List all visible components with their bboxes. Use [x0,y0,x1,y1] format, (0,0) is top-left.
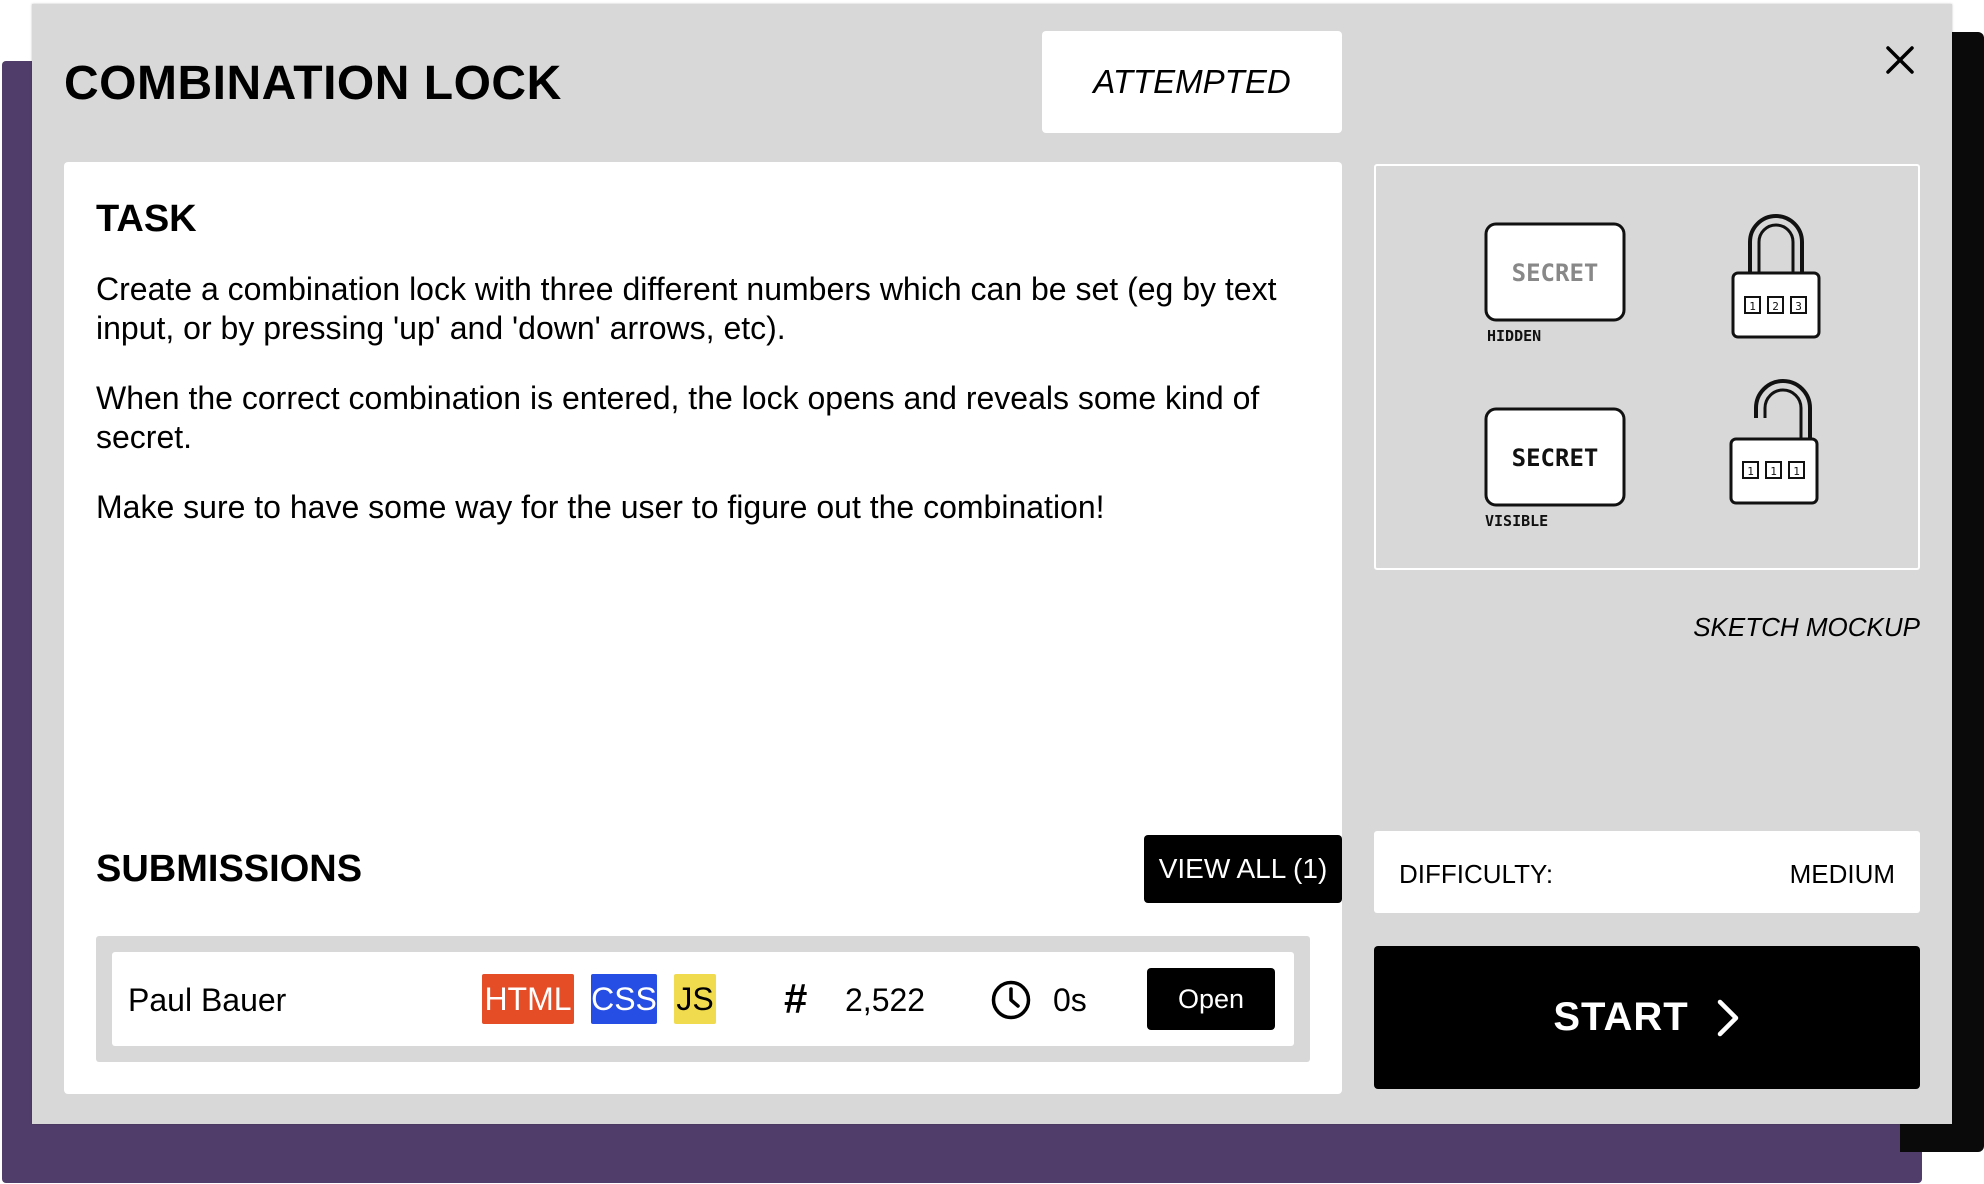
challenge-modal: COMBINATION LOCK ATTEMPTED TASK Create a… [32,4,1952,1124]
lock-digit: 1 [1747,465,1754,478]
open-submission-button[interactable]: Open [1147,968,1275,1030]
css-badge: CSS [591,974,657,1024]
submissions-heading: SUBMISSIONS [96,848,363,890]
secret-box-hidden: SECRET HIDDEN [1484,222,1626,345]
html-badge: HTML [482,974,574,1024]
task-description: Create a combination lock with three dif… [96,270,1296,558]
difficulty-value: MEDIUM [1789,859,1895,889]
visible-label: VISIBLE [1485,512,1548,530]
task-paragraph: Make sure to have some way for the user … [96,489,1105,525]
lock-digit: 1 [1793,465,1800,478]
secret-text-visible: SECRET [1512,444,1599,472]
sketch-caption: SKETCH MOCKUP [1693,612,1920,642]
submissions-list: Paul Bauer HTML CSS JS # 2,522 0s Open [96,936,1310,1062]
difficulty-label: DIFFICULTY: [1399,859,1554,889]
submission-author: Paul Bauer [128,982,287,1018]
padlock-closed-icon: 1 2 3 [1731,214,1821,339]
task-heading: TASK [96,198,197,240]
lock-digit: 1 [1770,465,1777,478]
padlock-open-icon: 1 1 1 [1729,379,1819,505]
task-paragraph: Create a combination lock with three dif… [96,271,1277,346]
lock-digit: 1 [1749,300,1756,313]
chevron-right-icon [1717,999,1738,1036]
sketch-mockup: SECRET HIDDEN 1 2 3 SECRET VISIBLE 1 1 1 [1374,164,1920,570]
lock-digit: 3 [1795,300,1802,313]
task-panel: TASK Create a combination lock with thre… [64,162,1342,1094]
start-button[interactable]: START [1374,946,1920,1089]
secret-text-hidden: SECRET [1512,259,1599,287]
view-all-button[interactable]: VIEW ALL (1) [1144,835,1342,903]
challenge-title: COMBINATION LOCK [64,57,562,110]
submission-row: Paul Bauer HTML CSS JS # 2,522 0s Open [112,952,1294,1046]
close-button[interactable] [1880,40,1920,80]
status-badge: ATTEMPTED [1042,31,1342,133]
duration: 0s [1053,982,1087,1018]
difficulty-panel: DIFFICULTY: MEDIUM [1374,831,1920,913]
lock-digit: 2 [1772,300,1779,313]
hidden-label: HIDDEN [1487,327,1541,345]
js-badge: JS [674,974,716,1024]
start-label: START [1553,995,1689,1039]
hash-icon: # [784,975,808,1022]
secret-box-visible: SECRET VISIBLE [1484,407,1626,530]
task-paragraph: When the correct combination is entered,… [96,380,1260,455]
close-icon [1886,46,1914,74]
clock-icon [991,980,1031,1020]
view-count: 2,522 [845,982,926,1018]
